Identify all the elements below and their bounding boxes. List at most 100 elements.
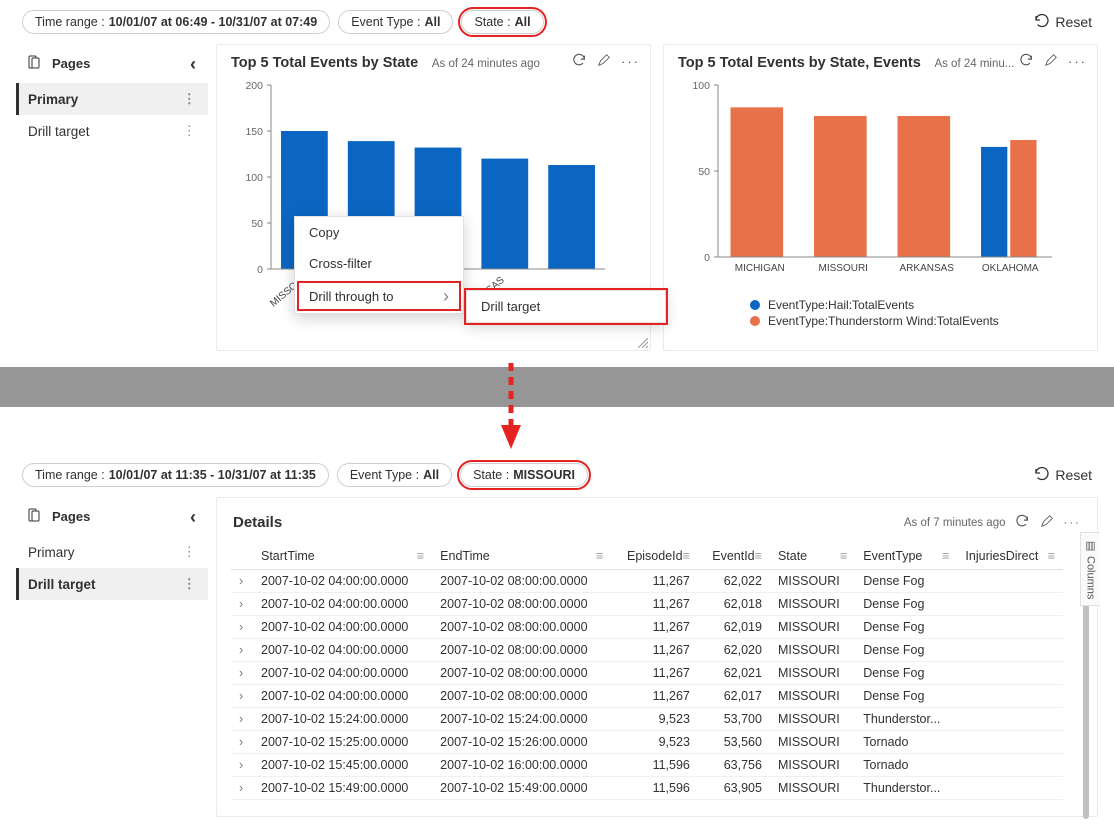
more-vertical-icon[interactable]: ⋮: [183, 123, 197, 139]
pages-title: Pages: [52, 509, 90, 524]
filter-time-range[interactable]: Time range : 10/01/07 at 06:49 - 10/31/0…: [22, 10, 330, 34]
sort-icon[interactable]: ≡: [755, 549, 762, 563]
cell-StartTime: 2007-10-02 15:25:00.0000: [253, 731, 432, 754]
col-InjuriesDirect[interactable]: InjuriesDirect≡: [957, 543, 1063, 570]
cell-EventId: 62,021: [698, 662, 770, 685]
cell-EpisodeId: 11,267: [611, 570, 698, 593]
filter-state[interactable]: State : All: [461, 10, 543, 34]
filter-state-value: MISSOURI: [513, 468, 575, 482]
ctx-copy[interactable]: Copy: [295, 217, 463, 248]
pages-icon: [28, 507, 44, 526]
expand-row-icon[interactable]: ›: [231, 685, 253, 708]
expand-row-icon[interactable]: ›: [231, 754, 253, 777]
sort-icon[interactable]: ≡: [840, 549, 847, 563]
table-row[interactable]: ›2007-10-02 04:00:00.00002007-10-02 08:0…: [231, 639, 1063, 662]
ctx-drill-target[interactable]: Drill target: [467, 291, 665, 322]
expand-row-icon[interactable]: ›: [231, 616, 253, 639]
details-title: Details: [233, 514, 282, 531]
table-row[interactable]: ›2007-10-02 15:49:00.00002007-10-02 15:4…: [231, 777, 1063, 800]
filter-state-label: State :: [474, 15, 510, 29]
more-vertical-icon[interactable]: ⋮: [183, 91, 197, 107]
more-icon[interactable]: ···: [1068, 54, 1087, 69]
col-State[interactable]: State≡: [770, 543, 855, 570]
filter-time-range[interactable]: Time range : 10/01/07 at 11:35 - 10/31/0…: [22, 463, 329, 487]
edit-icon[interactable]: [1044, 53, 1058, 70]
sidebar-item-page[interactable]: Primary⋮: [16, 83, 208, 115]
expand-row-icon[interactable]: ›: [231, 708, 253, 731]
card-top5-state-events: Top 5 Total Events by State, Events As o…: [663, 44, 1098, 351]
table-row[interactable]: ›2007-10-02 15:45:00.00002007-10-02 16:0…: [231, 754, 1063, 777]
edit-icon[interactable]: [1040, 514, 1054, 531]
ctx-drill-through[interactable]: Drill through to: [295, 279, 463, 313]
table-row[interactable]: ›2007-10-02 15:25:00.00002007-10-02 15:2…: [231, 731, 1063, 754]
columns-label: Columns: [1085, 556, 1097, 599]
filter-event-type[interactable]: Event Type : All: [337, 463, 452, 487]
sidebar-item-page[interactable]: Drill target⋮: [16, 568, 208, 600]
expand-row-icon[interactable]: ›: [231, 593, 253, 616]
chart-bar-events[interactable]: 050100MICHIGANMISSOURIARKANSASOKLAHOMA: [678, 79, 1058, 289]
card2-title: Top 5 Total Events by State, Events: [678, 55, 921, 71]
table-row[interactable]: ›2007-10-02 04:00:00.00002007-10-02 08:0…: [231, 570, 1063, 593]
sidebar-item-page[interactable]: Drill target⋮: [16, 115, 208, 147]
cell-InjuriesDirect: [957, 685, 1063, 708]
sort-icon[interactable]: ≡: [1048, 549, 1055, 563]
expand-row-icon[interactable]: ›: [231, 777, 253, 800]
sort-icon[interactable]: ≡: [596, 549, 603, 563]
table-row[interactable]: ›2007-10-02 04:00:00.00002007-10-02 08:0…: [231, 685, 1063, 708]
columns-panel-tab[interactable]: ▥ Columns: [1080, 532, 1100, 606]
cell-EpisodeId: 11,267: [611, 685, 698, 708]
more-icon[interactable]: ···: [621, 54, 640, 69]
pages-sidebar: Pages Primary⋮Drill target⋮: [16, 44, 208, 351]
sidebar-item-page[interactable]: Primary⋮: [16, 536, 208, 568]
more-vertical-icon[interactable]: ⋮: [183, 544, 197, 560]
cell-StartTime: 2007-10-02 15:49:00.0000: [253, 777, 432, 800]
reset-button[interactable]: Reset: [1033, 466, 1092, 485]
cell-EventId: 62,020: [698, 639, 770, 662]
more-icon[interactable]: ···: [1064, 517, 1082, 529]
col-StartTime[interactable]: StartTime≡: [253, 543, 432, 570]
ctx-cross-filter[interactable]: Cross-filter: [295, 248, 463, 279]
refresh-icon[interactable]: [1020, 53, 1034, 70]
reset-label: Reset: [1055, 14, 1092, 30]
filter-time-value: 10/01/07 at 06:49 - 10/31/07 at 07:49: [109, 15, 317, 29]
chart2-legend: EventType:Hail:TotalEvents EventType:Thu…: [678, 298, 1083, 328]
svg-text:150: 150: [245, 126, 263, 138]
sort-icon[interactable]: ≡: [417, 549, 424, 563]
card-details: Details As of 7 minutes ago ··· StartTim…: [216, 497, 1098, 817]
card1-asof: As of 24 minutes ago: [432, 58, 540, 70]
cell-State: MISSOURI: [770, 570, 855, 593]
svg-text:50: 50: [698, 166, 710, 178]
svg-text:OKLAHOMA: OKLAHOMA: [982, 263, 1039, 274]
expand-row-icon[interactable]: ›: [231, 662, 253, 685]
table-row[interactable]: ›2007-10-02 15:24:00.00002007-10-02 15:2…: [231, 708, 1063, 731]
filter-state[interactable]: State : MISSOURI: [460, 463, 588, 487]
expand-row-icon[interactable]: ›: [231, 570, 253, 593]
collapse-sidebar-icon[interactable]: [190, 55, 196, 73]
edit-icon[interactable]: [597, 53, 611, 70]
table-row[interactable]: ›2007-10-02 04:00:00.00002007-10-02 08:0…: [231, 616, 1063, 639]
expand-row-icon[interactable]: ›: [231, 731, 253, 754]
reset-label: Reset: [1055, 467, 1092, 483]
table-row[interactable]: ›2007-10-02 04:00:00.00002007-10-02 08:0…: [231, 662, 1063, 685]
sort-icon[interactable]: ≡: [683, 549, 690, 563]
collapse-sidebar-icon[interactable]: [190, 508, 196, 526]
col-EpisodeId[interactable]: EpisodeId≡: [611, 543, 698, 570]
more-vertical-icon[interactable]: ⋮: [183, 576, 197, 592]
col-EventType[interactable]: EventType≡: [855, 543, 957, 570]
filter-event-type[interactable]: Event Type : All: [338, 10, 453, 34]
cell-EventType: Tornado: [855, 754, 957, 777]
cell-StartTime: 2007-10-02 15:24:00.0000: [253, 708, 432, 731]
scrollbar[interactable]: [1083, 579, 1089, 819]
resize-handle-icon[interactable]: [638, 338, 648, 348]
expand-row-icon[interactable]: ›: [231, 639, 253, 662]
cell-State: MISSOURI: [770, 639, 855, 662]
refresh-icon[interactable]: [1016, 514, 1030, 531]
sort-icon[interactable]: ≡: [942, 549, 949, 563]
col-EventId[interactable]: EventId≡: [698, 543, 770, 570]
col-EndTime[interactable]: EndTime≡: [432, 543, 611, 570]
refresh-icon[interactable]: [573, 53, 587, 70]
reset-button[interactable]: Reset: [1033, 13, 1092, 32]
table-row[interactable]: ›2007-10-02 04:00:00.00002007-10-02 08:0…: [231, 593, 1063, 616]
cell-EventId: 53,560: [698, 731, 770, 754]
cell-InjuriesDirect: [957, 662, 1063, 685]
